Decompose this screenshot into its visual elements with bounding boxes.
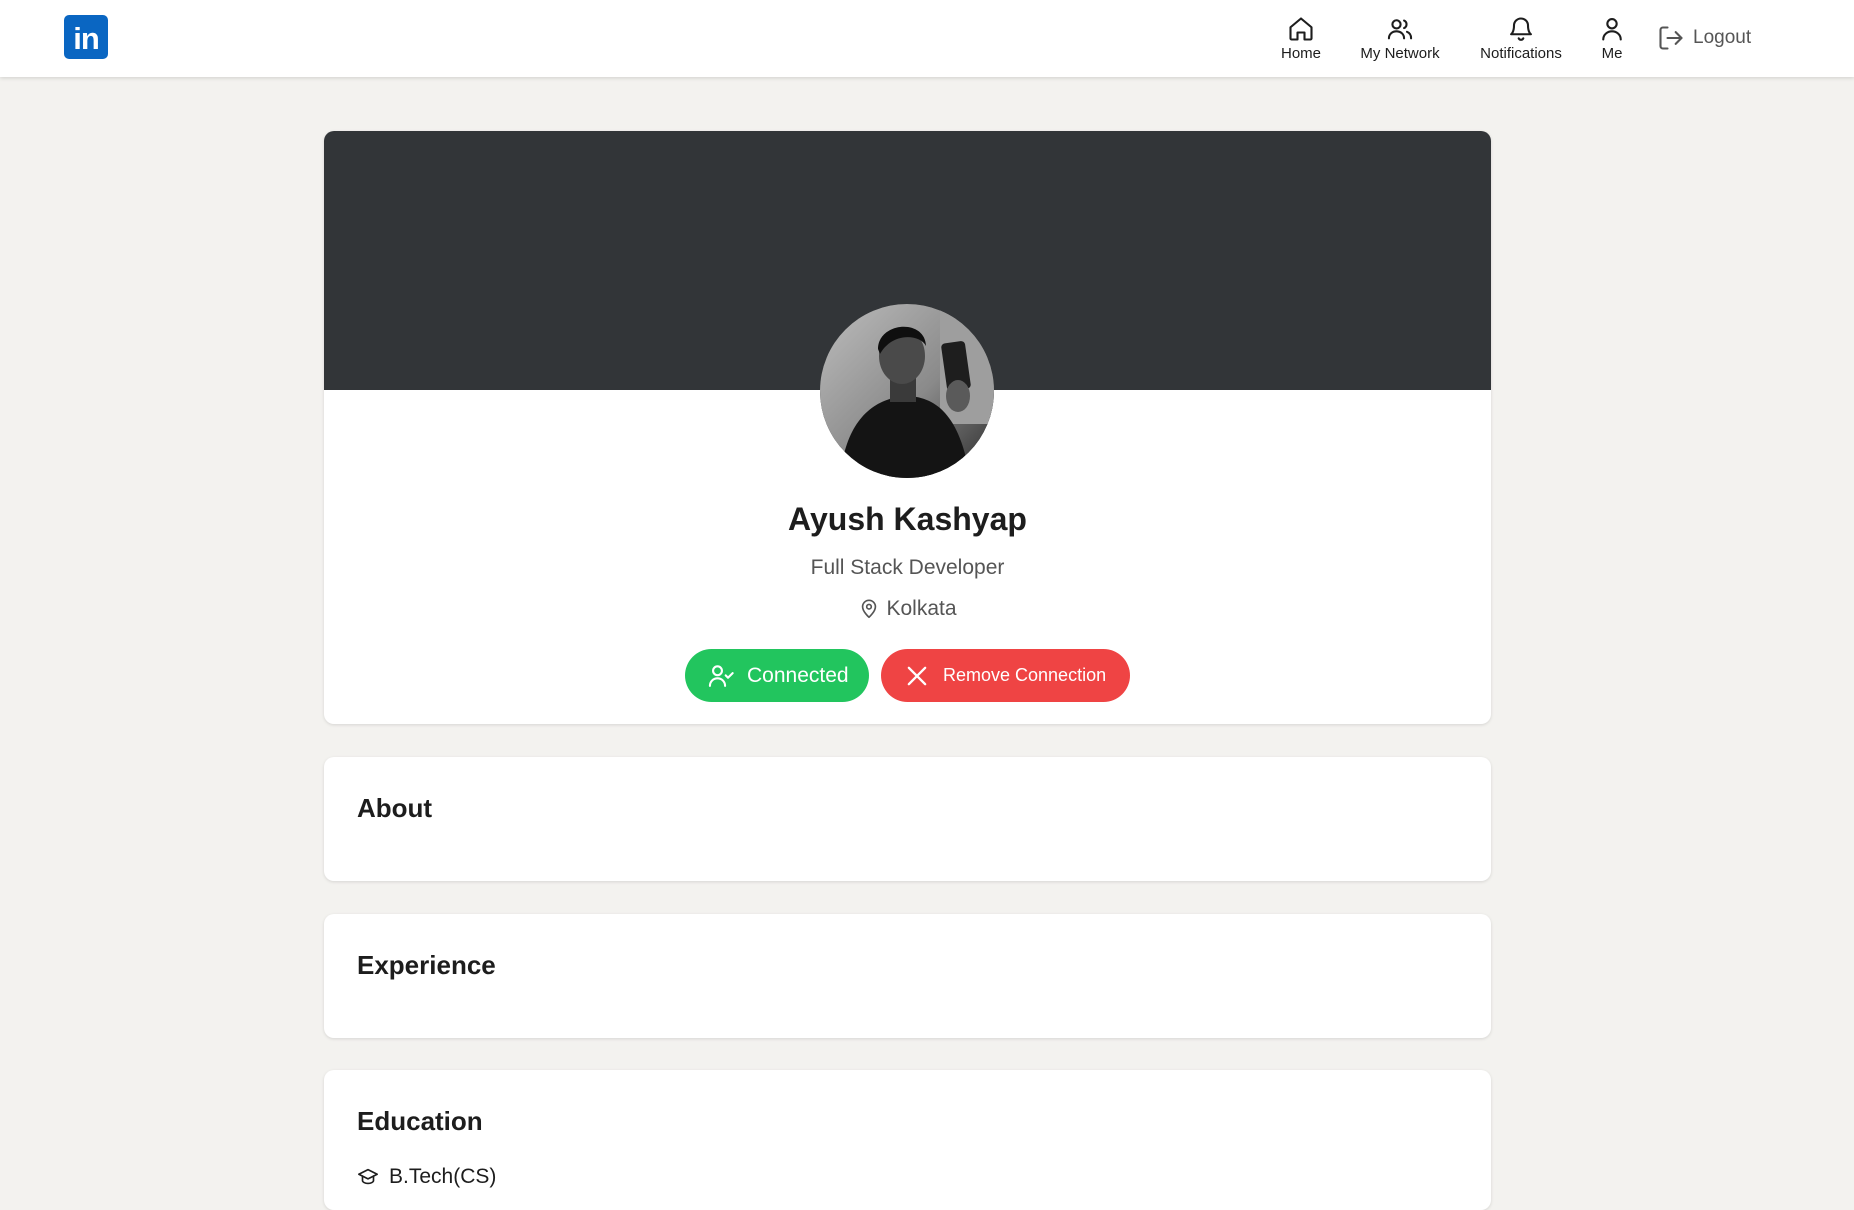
nav-my-network-label: My Network — [1360, 45, 1440, 62]
profile-photo — [820, 304, 994, 478]
profile-card: Ayush Kashyap Full Stack Developer Kolka… — [324, 131, 1491, 724]
map-pin-icon — [862, 599, 877, 619]
graduation-cap-icon — [358, 1168, 378, 1185]
avatar[interactable] — [820, 304, 994, 478]
remove-connection-button[interactable]: Remove Connection — [881, 649, 1130, 702]
bell-icon — [1510, 17, 1532, 41]
logout-label: Logout — [1693, 27, 1752, 48]
nav-home-label: Home — [1280, 45, 1321, 62]
home-icon — [1289, 17, 1313, 41]
nav-notifications-label: Notifications — [1480, 45, 1562, 62]
about-title: About — [357, 793, 433, 823]
profile-actions: Connected Remove Connection — [324, 649, 1491, 702]
education-section: Education B.Tech(CS) — [324, 1070, 1491, 1210]
profile-location-text: Kolkata — [886, 597, 957, 620]
nav-me-label: Me — [1601, 45, 1623, 62]
experience-section: Experience — [324, 914, 1491, 1038]
logo-text: in — [73, 20, 100, 56]
remove-connection-label: Remove Connection — [943, 665, 1107, 685]
connected-button[interactable]: Connected — [685, 649, 869, 702]
nav-my-network[interactable]: My Network — [1354, 0, 1446, 77]
profile-headline: Full Stack Developer — [810, 556, 1005, 579]
logout-button[interactable]: Logout — [1657, 21, 1751, 55]
user-check-icon — [708, 664, 734, 687]
experience-title: Experience — [357, 950, 496, 980]
top-navbar: in Home My Network Notifications Me Logo… — [0, 0, 1854, 77]
logout-icon — [1659, 26, 1683, 50]
profile-name: Ayush Kashyap — [788, 501, 1027, 537]
users-icon — [1387, 19, 1413, 40]
education-degree: B.Tech(CS) — [389, 1165, 497, 1188]
linkedin-logo[interactable]: in — [64, 15, 108, 59]
close-icon — [907, 666, 927, 685]
nav-notifications[interactable]: Notifications — [1474, 0, 1568, 77]
nav-me[interactable]: Me — [1599, 0, 1625, 77]
connected-label: Connected — [747, 663, 849, 687]
nav-home[interactable]: Home — [1280, 0, 1322, 77]
education-title: Education — [357, 1106, 483, 1136]
education-item: B.Tech(CS) — [357, 1165, 496, 1189]
user-icon — [1602, 18, 1622, 41]
profile-location: Kolkata — [324, 597, 1491, 621]
about-section: About — [324, 757, 1491, 881]
